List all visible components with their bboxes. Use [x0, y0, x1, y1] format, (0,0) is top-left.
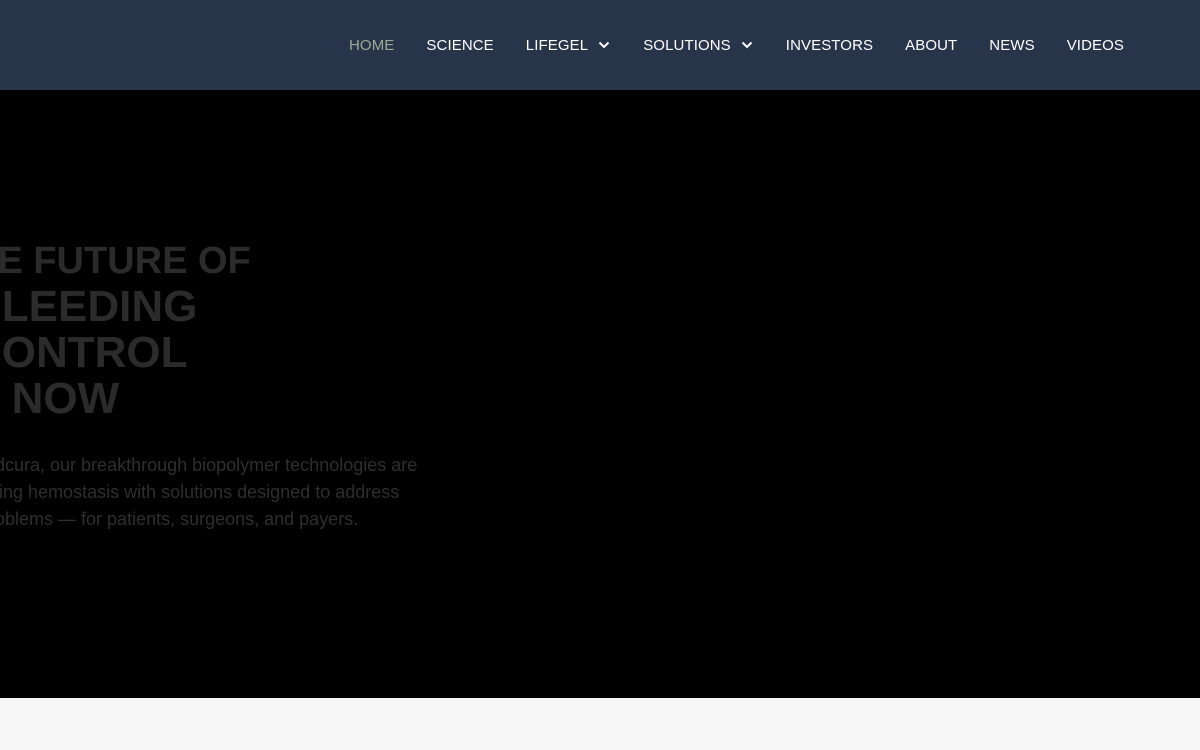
nav-item-investors[interactable]: INVESTORS — [786, 37, 873, 54]
chevron-down-icon[interactable] — [740, 38, 754, 52]
nav-label-solutions: SOLUTIONS — [643, 36, 731, 54]
hero-text-line: l problems — for patients, surgeons, and… — [0, 509, 359, 529]
nav-label-about: ABOUT — [905, 36, 958, 54]
nav-item-news[interactable]: NEWS — [989, 37, 1034, 54]
hero-text-line: Medcura, our breakthrough biopolymer tec… — [0, 455, 418, 475]
hero-title-line: CONTROL — [0, 328, 188, 377]
nav-label-news: NEWS — [989, 36, 1035, 54]
nav-item-videos[interactable]: VIDEOS — [1067, 37, 1124, 54]
nav-label-science: SCIENCE — [426, 36, 494, 54]
nav-item-solutions[interactable]: SOLUTIONS — [643, 37, 754, 54]
hero-title-line: S NOW — [0, 374, 120, 423]
main-nav: HOME SCIENCE LIFEGEL SOLUTIONS INVESTORS — [349, 0, 1124, 90]
top-navbar: HOME SCIENCE LIFEGEL SOLUTIONS INVESTORS — [0, 0, 1200, 90]
hero-content: HE FUTURE OF BLEEDING CONTROL S NOW Medc… — [0, 238, 490, 533]
below-hero-section — [0, 698, 1200, 750]
hero-title-line: BLEEDING — [0, 282, 198, 331]
nav-item-home[interactable]: HOME — [349, 37, 394, 54]
chevron-down-icon[interactable] — [597, 38, 611, 52]
hero-description: Medcura, our breakthrough biopolymer tec… — [0, 452, 490, 533]
nav-item-lifegel[interactable]: LIFEGEL — [526, 37, 611, 54]
hero-title-line: HE FUTURE OF — [0, 240, 251, 282]
nav-label-home: HOME — [349, 36, 395, 54]
hero-text-line: efining hemostasis with solutions design… — [0, 482, 400, 502]
nav-item-science[interactable]: SCIENCE — [426, 37, 493, 54]
nav-item-about[interactable]: ABOUT — [905, 37, 957, 54]
hero-section: HE FUTURE OF BLEEDING CONTROL S NOW Medc… — [0, 90, 1200, 698]
nav-label-investors: INVESTORS — [785, 36, 874, 54]
page: HOME SCIENCE LIFEGEL SOLUTIONS INVESTORS — [0, 0, 1200, 750]
nav-label-videos: VIDEOS — [1066, 36, 1124, 54]
hero-title: HE FUTURE OF BLEEDING CONTROL S NOW — [0, 238, 490, 422]
nav-label-lifegel: LIFEGEL — [525, 36, 589, 54]
